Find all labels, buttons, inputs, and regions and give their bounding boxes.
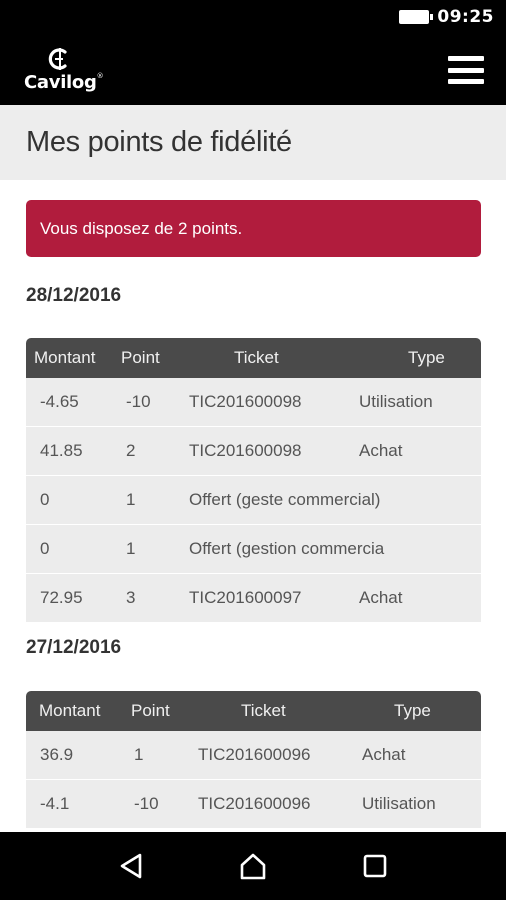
cell-point: 1: [126, 539, 136, 558]
system-nav-bar: [0, 832, 506, 900]
cell-montant: 0: [40, 490, 50, 509]
table-row[interactable]: -4.65 -10 TIC201600098 Utilisation: [26, 378, 481, 427]
table-header: Montant Point Ticket Type: [26, 691, 481, 731]
cell-ticket: TIC201600097: [189, 588, 302, 607]
page-title-bar: Mes points de fidélité: [0, 105, 506, 180]
hamburger-menu-icon[interactable]: [448, 56, 484, 84]
cell-point: 1: [126, 490, 136, 509]
status-time: 09:25: [437, 7, 494, 27]
table-row[interactable]: 72.95 3 TIC201600097 Achat: [26, 574, 481, 623]
header-montant: Montant: [34, 348, 96, 367]
cell-ticket: TIC201600096: [198, 794, 311, 813]
points-table: Montant Point Ticket Type -4.65 -10 TIC2…: [26, 338, 481, 623]
cell-point: -10: [126, 392, 151, 411]
cell-ticket: Offert (geste commercial): [189, 490, 381, 509]
cell-montant: 36.9: [40, 745, 74, 764]
cell-point: 3: [126, 588, 136, 607]
header-type: Type: [394, 701, 431, 720]
battery-icon: [399, 10, 434, 24]
points-alert-text: Vous disposez de 2 points.: [40, 218, 243, 238]
table-row[interactable]: 0 1 Offert (geste commercial): [26, 476, 481, 525]
cell-montant: 41.85: [40, 441, 83, 460]
cell-montant: 0: [40, 539, 50, 558]
status-bar: 09:25: [0, 0, 506, 34]
header-point: Point: [131, 701, 170, 720]
header-montant: Montant: [39, 701, 101, 720]
page-title: Mes points de fidélité: [26, 126, 292, 158]
date-heading: 28/12/2016: [26, 285, 122, 306]
table-row[interactable]: 0 1 Offert (gestion commercia: [26, 525, 481, 574]
cell-ticket: TIC201600098: [189, 392, 302, 411]
cell-ticket: TIC201600096: [198, 745, 311, 764]
cell-ticket: TIC201600098: [189, 441, 302, 460]
cell-ticket: Offert (gestion commercia: [189, 539, 385, 558]
cell-point: -10: [134, 794, 159, 813]
header-ticket: Ticket: [234, 348, 279, 367]
header-type: Type: [408, 348, 445, 367]
header-point: Point: [121, 348, 160, 367]
table-row[interactable]: 36.9 1 TIC201600096 Achat: [26, 731, 481, 780]
cell-montant: -4.65: [40, 392, 79, 411]
table-header: Montant Point Ticket Type: [26, 338, 481, 378]
app-bar: Cavilog®: [0, 34, 506, 105]
table-row[interactable]: -4.1 -10 TIC201600096 Utilisation: [26, 780, 481, 829]
points-table: Montant Point Ticket Type 36.9 1 TIC2016…: [26, 691, 481, 829]
cell-montant: 72.95: [40, 588, 83, 607]
home-icon[interactable]: [233, 846, 273, 886]
cell-type: Achat: [359, 441, 403, 460]
cell-type: Utilisation: [359, 392, 433, 411]
cell-type: Achat: [362, 745, 406, 764]
header-ticket: Ticket: [241, 701, 286, 720]
recents-square-icon[interactable]: [355, 846, 395, 886]
table-row[interactable]: 41.85 2 TIC201600098 Achat: [26, 427, 481, 476]
cavilog-logo-icon: [48, 48, 67, 70]
points-alert: Vous disposez de 2 points.: [26, 200, 481, 257]
logo-text: Cavilog®: [24, 72, 104, 93]
app-logo[interactable]: Cavilog®: [24, 46, 104, 98]
cell-point: 2: [126, 441, 136, 460]
date-heading: 27/12/2016: [26, 637, 122, 658]
cell-type: Utilisation: [362, 794, 436, 813]
cell-montant: -4.1: [40, 794, 70, 813]
cell-point: 1: [134, 745, 144, 764]
back-triangle-icon[interactable]: [111, 846, 151, 886]
cell-type: Achat: [359, 588, 403, 607]
